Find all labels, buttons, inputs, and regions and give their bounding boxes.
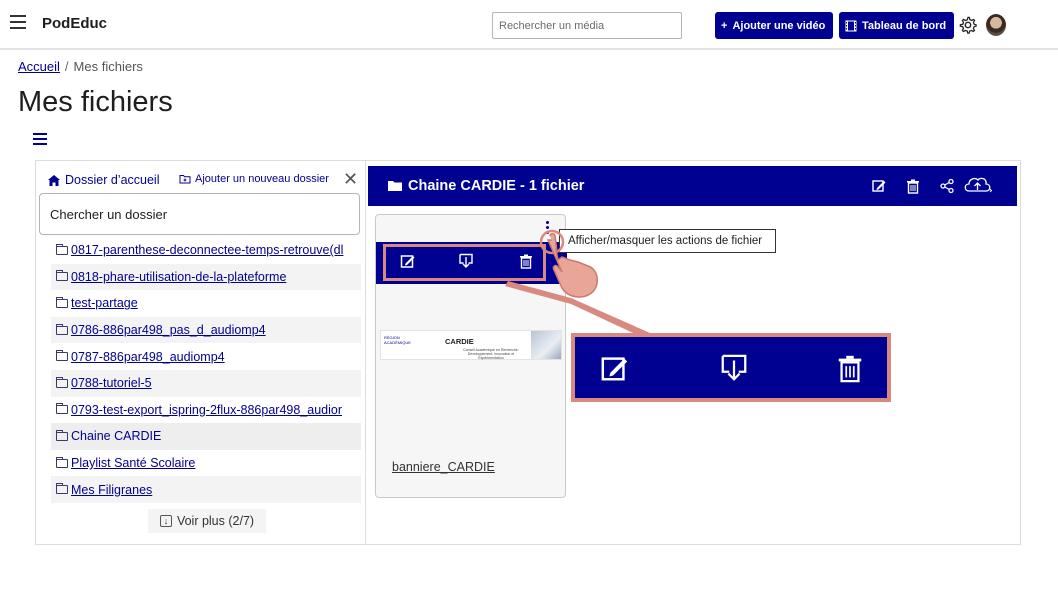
- folder-item[interactable]: 0788-tutoriel-5: [51, 369, 361, 397]
- see-more-label: Voir plus (2/7): [176, 514, 255, 528]
- home-folder-label: Dossier d’accueil: [65, 173, 160, 187]
- folder-add-icon: [179, 175, 191, 184]
- cloud-upload-icon[interactable]: [963, 175, 993, 195]
- home-folder-link[interactable]: Dossier d’accueil: [48, 173, 159, 187]
- breadcrumb: Accueil / Mes fichiers: [18, 59, 143, 74]
- folder-open-icon: [388, 181, 402, 191]
- folder-link[interactable]: Playlist Santé Scolaire: [71, 456, 195, 470]
- add-folder-label: Ajouter un nouveau dossier: [195, 173, 329, 185]
- top-navbar: PodEduc + Ajouter une vidéo Tableau de b…: [0, 0, 1058, 50]
- breadcrumb-home-link[interactable]: Accueil: [18, 59, 60, 74]
- banner-mark: RÉGION ACADÉMIQUE: [384, 335, 411, 345]
- banner-photo: [531, 331, 561, 359]
- arrow-down-icon: ↓: [159, 515, 172, 527]
- zoomed-actions-bar: [571, 333, 891, 402]
- delete-folder-icon[interactable]: [905, 178, 921, 194]
- folder-link[interactable]: Chaine CARDIE: [71, 429, 161, 443]
- folder-icon: [56, 483, 68, 495]
- folder-link[interactable]: 0786-886par498_pas_d_audiomp4: [71, 323, 266, 337]
- hamburger-menu-icon[interactable]: [10, 15, 26, 33]
- banner-title: CARDIE: [445, 337, 474, 346]
- file-thumbnail[interactable]: RÉGION ACADÉMIQUE CARDIE Conseil Académi…: [380, 330, 562, 360]
- highlight-frame: [383, 244, 546, 281]
- trash-icon: [838, 355, 862, 383]
- folder-link[interactable]: test-partage: [71, 296, 138, 310]
- folder-link[interactable]: 0817-parenthese-deconnectee-temps-retrou…: [71, 243, 343, 257]
- folder-search-input[interactable]: [39, 193, 360, 235]
- folder-link[interactable]: 0788-tutoriel-5: [71, 376, 152, 390]
- share-icon[interactable]: [939, 178, 955, 194]
- toggle-sidebar-icon[interactable]: [33, 133, 47, 147]
- folder-icon: [56, 350, 68, 362]
- add-video-label: Ajouter une vidéo: [732, 19, 826, 32]
- see-more-button[interactable]: ↓ Voir plus (2/7): [148, 509, 266, 533]
- add-folder-button[interactable]: Ajouter un nouveau dossier: [179, 173, 329, 185]
- page-title: Mes fichiers: [18, 86, 173, 118]
- folder-list: 0817-parenthese-deconnectee-temps-retrou…: [51, 237, 361, 503]
- folder-icon: [56, 323, 68, 335]
- folder-item[interactable]: 0787-886par498_audiomp4: [51, 343, 361, 370]
- folder-link[interactable]: 0818-phare-utilisation-de-la-plateforme: [71, 270, 286, 284]
- folder-item[interactable]: test-partage: [51, 290, 361, 317]
- edit-icon: [601, 357, 628, 381]
- add-video-button[interactable]: + Ajouter une vidéo: [715, 12, 833, 39]
- folder-link[interactable]: Mes Filigranes: [71, 483, 152, 497]
- folder-link[interactable]: 0787-886par498_audiomp4: [71, 350, 225, 364]
- folder-item[interactable]: 0793-test-export_ispring-2flux-886par498…: [51, 397, 361, 424]
- folder-item[interactable]: 0817-parenthese-deconnectee-temps-retrou…: [51, 237, 361, 264]
- folder-icon: [56, 243, 68, 255]
- folder-item[interactable]: 0818-phare-utilisation-de-la-plateforme: [51, 263, 361, 291]
- folder-icon: [56, 376, 68, 388]
- folder-item[interactable]: Mes Filigranes: [51, 476, 361, 503]
- folder-title-text: Chaine CARDIE - 1 fichier: [408, 178, 585, 194]
- banner-subtitle: Conseil Académique en Recherche-Développ…: [463, 348, 519, 360]
- folder-title: Chaine CARDIE - 1 fichier: [388, 178, 584, 194]
- film-icon: [845, 20, 857, 31]
- folder-link[interactable]: 0793-test-export_ispring-2flux-886par498…: [71, 403, 342, 417]
- click-hand-icon: [539, 229, 598, 298]
- user-avatar[interactable]: [986, 14, 1006, 36]
- folder-icon: [56, 296, 68, 308]
- folder-item[interactable]: 0786-886par498_pas_d_audiomp4: [51, 316, 361, 344]
- close-sidebar-icon[interactable]: ✕: [343, 170, 358, 188]
- folders-sidebar: Dossier d’accueil Ajouter un nouveau dos…: [36, 161, 366, 544]
- folder-icon: [56, 403, 68, 415]
- breadcrumb-current: Mes fichiers: [73, 59, 143, 74]
- home-icon: [48, 174, 60, 186]
- brand-logo[interactable]: PodEduc: [42, 15, 107, 32]
- file-name-link[interactable]: banniere_CARDIE: [392, 460, 495, 474]
- breadcrumb-separator: /: [64, 59, 69, 74]
- gear-icon[interactable]: [959, 16, 977, 34]
- folder-icon: [56, 456, 68, 468]
- download-icon: [721, 354, 747, 381]
- folder-item[interactable]: Playlist Santé Scolaire: [51, 450, 361, 477]
- edit-folder-icon[interactable]: [871, 178, 887, 194]
- plus-icon: +: [721, 19, 728, 32]
- dashboard-button[interactable]: Tableau de bord: [839, 12, 954, 39]
- folder-icon: [56, 429, 68, 441]
- folder-item-active[interactable]: Chaine CARDIE: [51, 423, 361, 450]
- dashboard-label: Tableau de bord: [862, 19, 947, 32]
- search-media-input[interactable]: [492, 12, 682, 39]
- folder-icon: [56, 270, 68, 282]
